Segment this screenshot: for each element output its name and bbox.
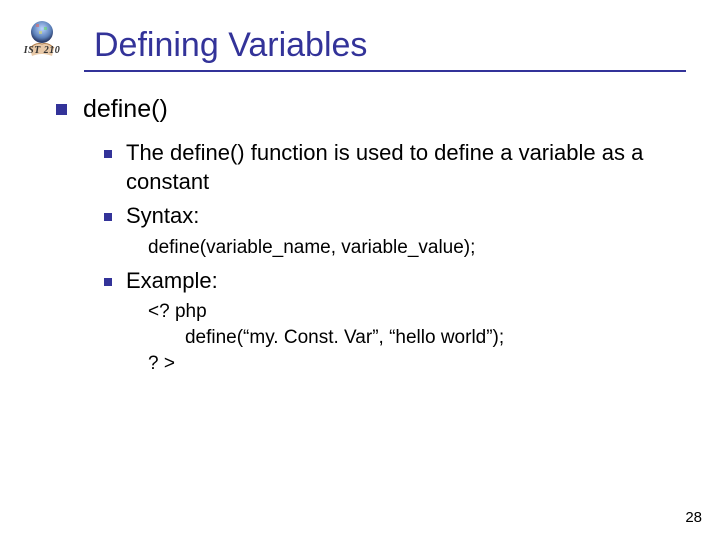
syntax-block: define(variable_name, variable_value);: [148, 235, 680, 261]
square-bullet-icon: [56, 104, 67, 115]
example-code-block: <? php define(“my. Const. Var”, “hello w…: [148, 299, 680, 376]
bullet-list-level1: define() The define() function is used t…: [56, 94, 680, 376]
bullet-list-level2: The define() function is used to define …: [104, 139, 680, 376]
list-item: The define() function is used to define …: [104, 139, 680, 196]
square-bullet-icon: [104, 150, 112, 158]
list-item: define() The define() function is used t…: [56, 94, 680, 376]
slide-header: IST 210 Defining Variables: [0, 0, 720, 66]
code-line: <? php: [148, 299, 680, 325]
list-item: Example: <? php define(“my. Const. Var”,…: [104, 267, 680, 377]
code-line: define(“my. Const. Var”, “hello world”);: [148, 325, 680, 351]
slide-title: Defining Variables: [94, 28, 367, 66]
bullet-text: Syntax:: [126, 202, 199, 231]
bullet-text: define(): [83, 94, 168, 125]
syntax-line: define(variable_name, variable_value);: [148, 235, 680, 261]
course-code-label: IST 210: [8, 45, 76, 56]
code-line: ? >: [148, 351, 680, 377]
bullet-text: The define() function is used to define …: [126, 139, 680, 196]
square-bullet-icon: [104, 278, 112, 286]
list-item: Syntax: define(variable_name, variable_v…: [104, 202, 680, 260]
bullet-text: Example:: [126, 267, 218, 296]
slide-content: define() The define() function is used t…: [0, 72, 720, 376]
slide: IST 210 Defining Variables define() The …: [0, 0, 720, 540]
course-logo: IST 210: [8, 18, 76, 66]
square-bullet-icon: [104, 213, 112, 221]
page-number: 28: [685, 509, 702, 526]
